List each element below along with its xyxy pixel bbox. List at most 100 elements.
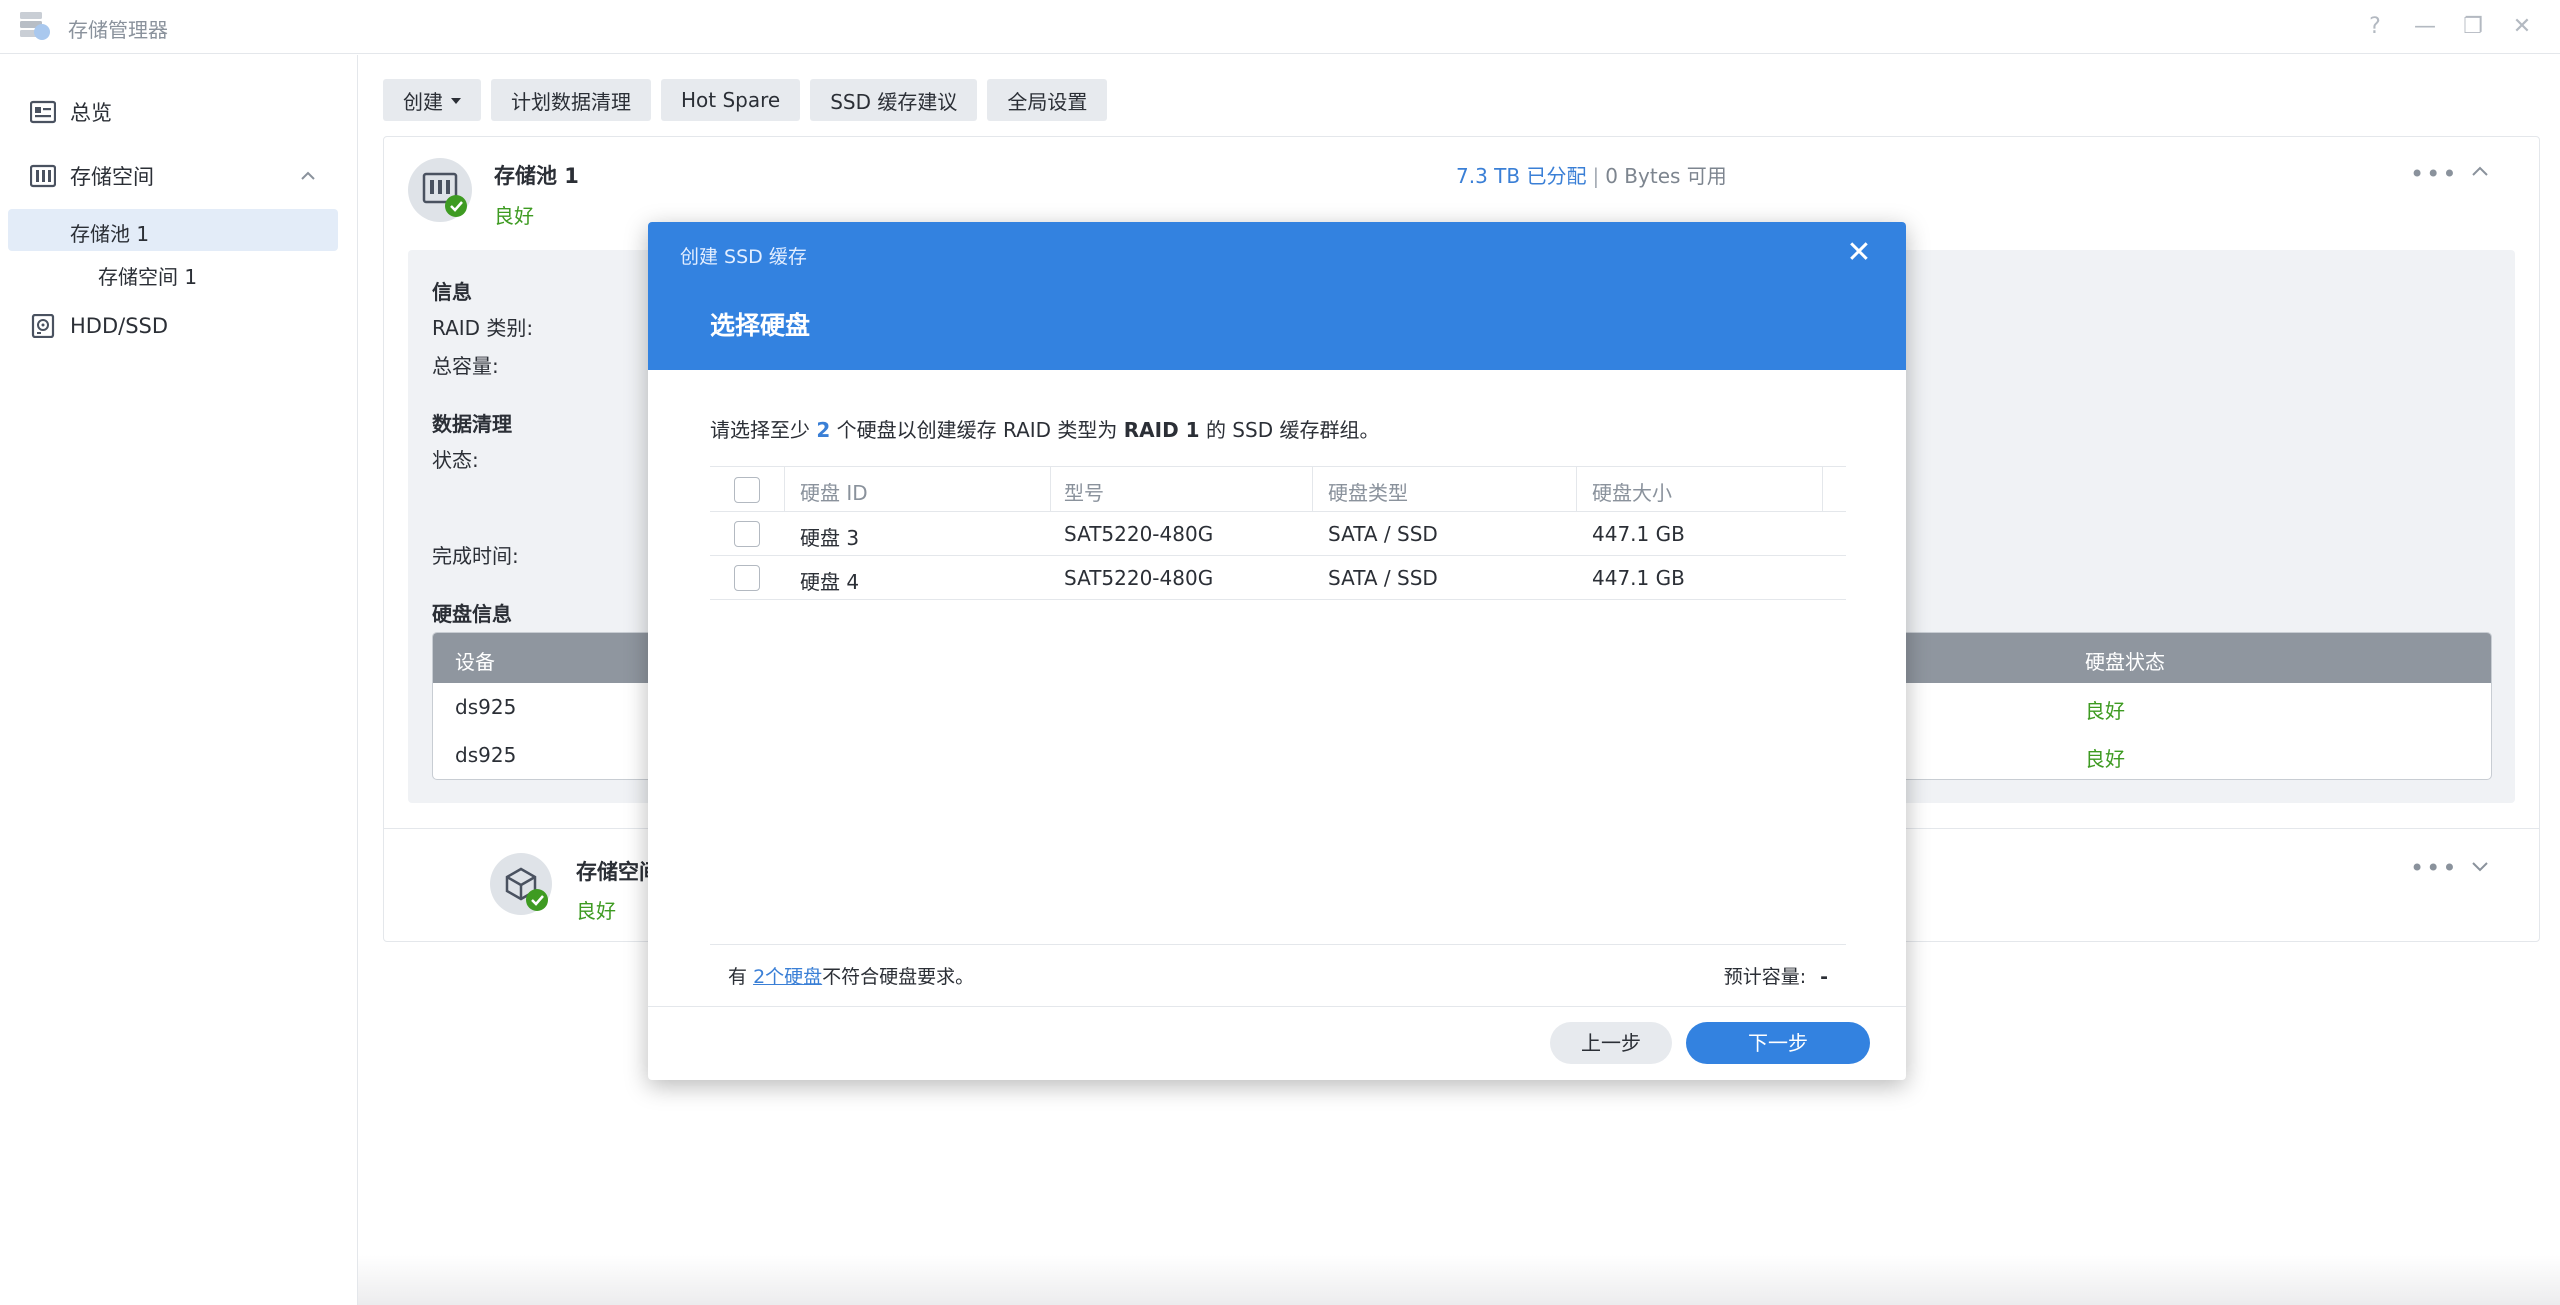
- notice-suffix: 不符合硬盘要求。: [822, 966, 975, 988]
- create-button[interactable]: 创建: [383, 79, 481, 121]
- sidebar-item-label: HDD/SSD: [70, 314, 169, 338]
- global-settings-button[interactable]: 全局设置: [987, 79, 1108, 121]
- incompatible-disks-link[interactable]: 2个硬盘: [753, 966, 822, 988]
- size-cell: 447.1 GB: [1592, 522, 1685, 546]
- device-cell: ds925: [455, 743, 517, 767]
- caret-down-icon: [451, 98, 461, 104]
- notice-prefix: 有: [728, 966, 748, 988]
- help-icon[interactable]: ?: [2358, 10, 2392, 44]
- storage-icon: [30, 164, 56, 188]
- estimated-capacity-label: 预计容量:: [1723, 966, 1807, 988]
- sidebar-item-overview[interactable]: 总览: [0, 90, 358, 134]
- close-window-icon[interactable]: ✕: [2505, 10, 2539, 44]
- pool-status: 良好: [494, 204, 534, 228]
- row-checkbox[interactable]: [734, 521, 760, 547]
- sidebar-item-label: 存储空间: [70, 165, 154, 189]
- close-icon[interactable]: ✕: [1842, 236, 1876, 270]
- dialog-description: 请选择至少 2 个硬盘以创建缓存 RAID 类型为 RAID 1 的 SSD 缓…: [710, 414, 1379, 443]
- estimated-capacity-value: -: [1820, 966, 1828, 988]
- bottom-shadow: [358, 1255, 2560, 1305]
- volume-status: 良好: [576, 899, 616, 923]
- divider: [710, 944, 1846, 945]
- allocation-separator: |: [1592, 164, 1600, 188]
- scrub-section-title: 数据清理: [432, 412, 512, 436]
- create-ssd-cache-dialog: 创建 SSD 缓存 选择硬盘 ✕ 请选择至少 2 个硬盘以创建缓存 RAID 类…: [648, 222, 1906, 1080]
- restore-icon[interactable]: ❐: [2456, 10, 2490, 44]
- column-model[interactable]: 型号: [1064, 477, 1104, 506]
- chevron-down-icon[interactable]: [2468, 854, 2492, 878]
- toolbar: 创建 计划数据清理 Hot Spare SSD 缓存建议 全局设置: [383, 79, 1108, 121]
- status-cell: 良好: [2085, 747, 2125, 771]
- desc-raid: RAID 1: [1123, 418, 1200, 442]
- row-checkbox[interactable]: [734, 565, 760, 591]
- available-text: 0 Bytes 可用: [1605, 164, 1727, 188]
- next-button[interactable]: 下一步: [1686, 1022, 1870, 1064]
- column-separator: [1576, 467, 1577, 511]
- more-options-icon[interactable]: •••: [2410, 854, 2458, 882]
- type-cell: SATA / SSD: [1328, 566, 1438, 590]
- column-separator: [1822, 467, 1823, 511]
- window-title: 存储管理器: [68, 18, 168, 42]
- column-device: 设备: [455, 650, 495, 674]
- table-row[interactable]: 硬盘 4 SAT5220-480G SATA / SSD 447.1 GB: [710, 556, 1846, 600]
- pool-allocation: 7.3 TB 已分配 | 0 Bytes 可用: [1456, 160, 1727, 189]
- volume-icon: [490, 853, 552, 915]
- sidebar-item-hdd[interactable]: HDD/SSD: [0, 304, 358, 348]
- sidebar-item-storage[interactable]: 存储空间: [0, 154, 358, 198]
- model-cell: SAT5220-480G: [1064, 522, 1214, 546]
- sidebar-item-label: 存储池 1: [70, 222, 150, 246]
- info-section-title: 信息: [432, 280, 472, 304]
- incompatible-disks-notice: 有 2个硬盘不符合硬盘要求。: [728, 962, 974, 989]
- hot-spare-button[interactable]: Hot Spare: [661, 79, 801, 121]
- chevron-up-icon[interactable]: [298, 166, 318, 186]
- column-separator: [1312, 467, 1313, 511]
- storage-pool-icon: [408, 158, 472, 222]
- disk-id-cell: 硬盘 4: [800, 570, 860, 594]
- allocated-text: 7.3 TB 已分配: [1456, 164, 1587, 188]
- ssd-advice-button[interactable]: SSD 缓存建议: [810, 79, 978, 121]
- column-disk-size[interactable]: 硬盘大小: [1592, 477, 1672, 506]
- column-disk-status: 硬盘状态: [2085, 650, 2165, 674]
- more-options-icon[interactable]: •••: [2410, 160, 2458, 188]
- column-disk-id[interactable]: 硬盘 ID: [800, 477, 868, 506]
- pool-name: 存储池 1: [494, 164, 579, 188]
- previous-button[interactable]: 上一步: [1550, 1022, 1672, 1064]
- minimize-icon[interactable]: —: [2408, 10, 2442, 44]
- total-capacity-label: 总容量:: [432, 354, 499, 378]
- select-all-checkbox[interactable]: [734, 477, 760, 503]
- desc-prefix: 请选择至少: [710, 418, 810, 442]
- table-row[interactable]: 硬盘 3 SAT5220-480G SATA / SSD 447.1 GB: [710, 512, 1846, 556]
- column-disk-type[interactable]: 硬盘类型: [1328, 477, 1408, 506]
- sidebar: 总览 存储空间 存储池 1 存储空间 1 HDD/SSD: [0, 55, 358, 1305]
- raid-type-label: RAID 类别:: [432, 316, 534, 340]
- dialog-header: 创建 SSD 缓存 选择硬盘 ✕: [648, 222, 1906, 370]
- status-cell: 良好: [2085, 699, 2125, 723]
- disk-info-title: 硬盘信息: [432, 602, 512, 626]
- sidebar-item-label: 存储空间 1: [98, 265, 198, 289]
- model-cell: SAT5220-480G: [1064, 566, 1214, 590]
- dialog-title: 选择硬盘: [710, 311, 811, 340]
- dialog-subtitle: 创建 SSD 缓存: [680, 246, 807, 268]
- title-bar: 存储管理器 ? — ❐ ✕: [0, 0, 2560, 54]
- size-cell: 447.1 GB: [1592, 566, 1685, 590]
- desc-suffix: 的 SSD 缓存群组。: [1205, 418, 1380, 442]
- table-header: 硬盘 ID 型号 硬盘类型 硬盘大小: [710, 466, 1846, 512]
- estimated-capacity: 预计容量: -: [1724, 962, 1828, 989]
- scrub-state-label: 状态:: [432, 448, 479, 472]
- overview-icon: [30, 100, 56, 124]
- sidebar-item-pool[interactable]: 存储池 1: [8, 209, 338, 251]
- disk-id-cell: 硬盘 3: [800, 526, 860, 550]
- schedule-scrub-button[interactable]: 计划数据清理: [491, 79, 651, 121]
- desc-mid: 个硬盘以创建缓存 RAID 类型为: [836, 418, 1118, 442]
- hdd-icon: [31, 314, 55, 338]
- sidebar-item-label: 总览: [70, 101, 112, 125]
- chevron-up-icon[interactable]: [2468, 160, 2492, 184]
- type-cell: SATA / SSD: [1328, 522, 1438, 546]
- create-button-label: 创建: [403, 89, 443, 114]
- storage-manager-app-icon: [20, 12, 50, 40]
- column-separator: [1050, 467, 1051, 511]
- finish-time-label: 完成时间:: [432, 544, 519, 568]
- desc-min-disks: 2: [816, 418, 831, 442]
- column-separator: [784, 467, 785, 511]
- sidebar-item-volume[interactable]: 存储空间 1: [8, 252, 338, 294]
